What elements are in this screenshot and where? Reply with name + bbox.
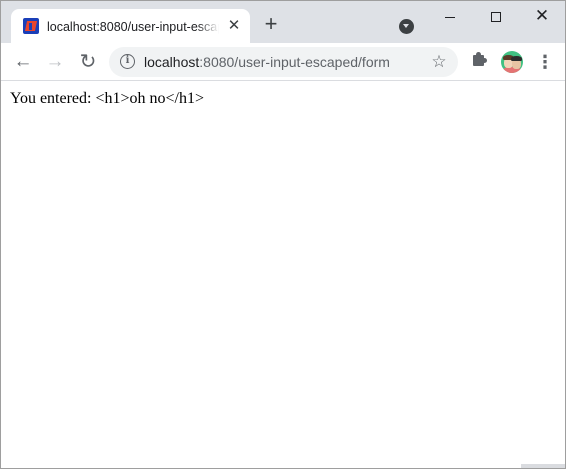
entered-text: You entered: <h1>oh no</h1>	[10, 89, 204, 108]
tab-close-icon[interactable]: ✕	[225, 17, 243, 35]
tab-title: localhost:8080/user-input-escaped/form	[47, 18, 219, 36]
puzzle-knob-top	[476, 52, 481, 57]
window-corner	[521, 464, 565, 468]
address-bar[interactable]: i localhost:8080/user-input-escaped/form…	[109, 47, 458, 77]
browser-window: localhost:8080/user-input-escaped/form ✕…	[0, 0, 566, 469]
maximize-button[interactable]	[473, 4, 519, 30]
site-favicon-icon	[23, 18, 39, 34]
reload-button[interactable]: ↻	[77, 51, 99, 73]
puzzle-knob-right	[482, 58, 487, 63]
url-host: localhost	[144, 54, 200, 70]
maximize-icon	[491, 12, 501, 22]
profile-avatar[interactable]	[501, 51, 523, 73]
address-url[interactable]: localhost:8080/user-input-escaped/form	[144, 53, 390, 71]
site-info-icon[interactable]: i	[120, 54, 135, 69]
url-path: :8080/user-input-escaped/form	[199, 54, 390, 70]
entered-label: You entered:	[10, 90, 96, 107]
minimize-icon	[445, 17, 455, 18]
tab-strip: localhost:8080/user-input-escaped/form ✕…	[1, 1, 565, 43]
forward-button[interactable]: →	[44, 51, 66, 73]
back-button[interactable]: ←	[12, 51, 34, 73]
minimize-button[interactable]	[427, 4, 473, 30]
media-control-icon[interactable]	[399, 19, 414, 34]
tab-active[interactable]: localhost:8080/user-input-escaped/form ✕	[11, 9, 250, 43]
page-content: You entered: <h1>oh no</h1>	[1, 82, 565, 468]
browser-menu-icon[interactable]: ⋮	[536, 51, 554, 73]
new-tab-button[interactable]: +	[260, 13, 282, 36]
avatar-hair-right	[511, 56, 522, 61]
entered-value: <h1>oh no</h1>	[95, 90, 205, 107]
close-window-button[interactable]: ✕	[519, 4, 565, 30]
bookmark-star-icon[interactable]: ☆	[429, 52, 449, 72]
extensions-puzzle-icon[interactable]	[470, 50, 490, 70]
